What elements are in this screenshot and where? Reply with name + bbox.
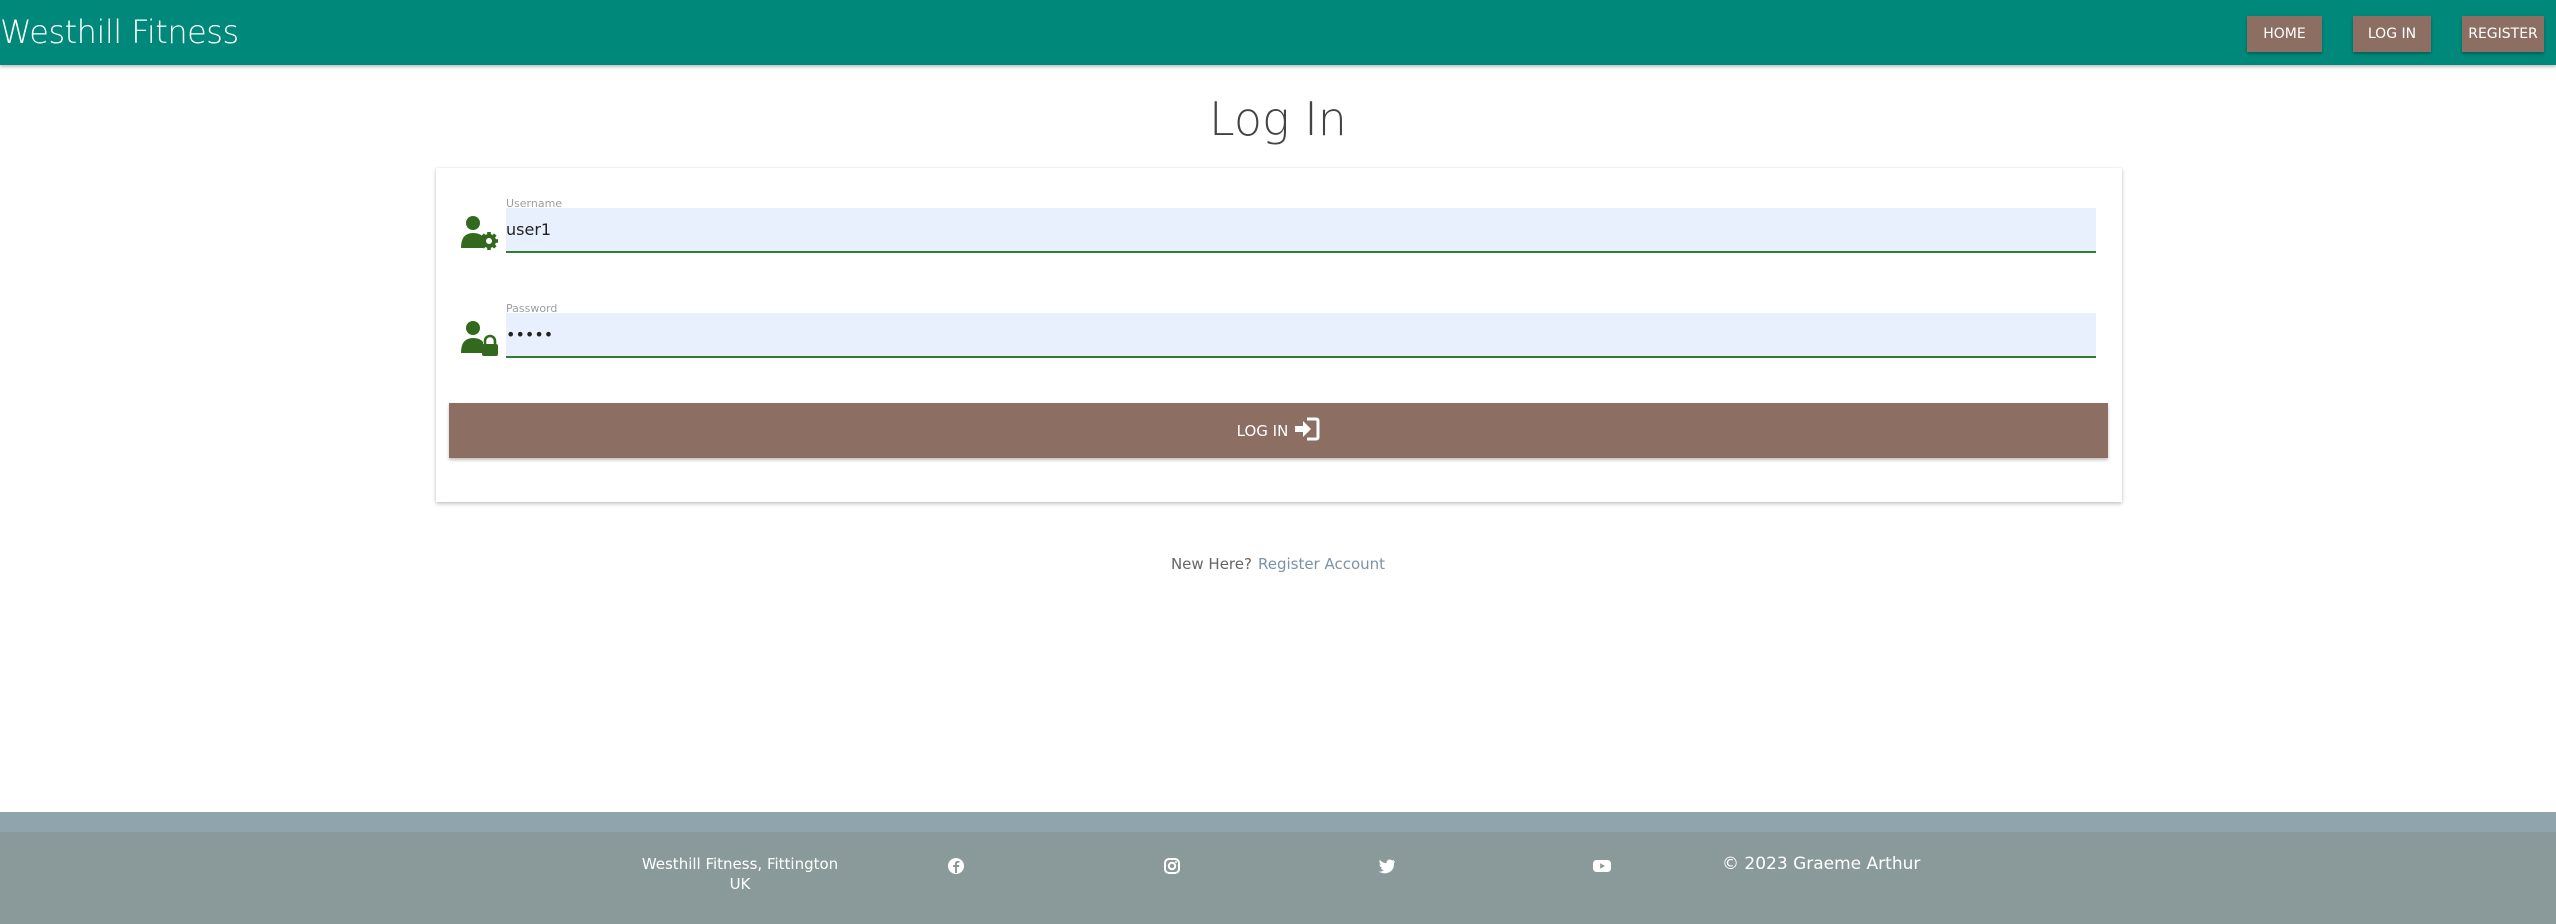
register-prompt: New Here? Register Account: [0, 555, 2556, 573]
facebook-icon[interactable]: [946, 856, 966, 876]
navbar: Westhill Fitness HOME LOG IN REGISTER: [0, 0, 2556, 65]
nav-login-button[interactable]: LOG IN: [2353, 16, 2431, 52]
login-button-label: LOG IN: [1236, 421, 1289, 440]
nav-register-button[interactable]: REGISTER: [2462, 16, 2544, 52]
copyright-text: © 2023 Graeme Arthur: [1722, 854, 1921, 874]
password-input[interactable]: [506, 313, 2096, 358]
footer-divider: [0, 812, 2556, 832]
login-form-card: Username Password LOG IN: [436, 168, 2122, 502]
register-question: New Here?: [1170, 555, 1252, 573]
register-account-link[interactable]: Register Account: [1258, 555, 1385, 573]
user-lock-icon: [460, 319, 500, 359]
instagram-icon[interactable]: [1162, 856, 1182, 876]
sign-in-icon: [1294, 417, 1320, 445]
page-title: Log In: [1209, 92, 1347, 146]
brand-logo[interactable]: Westhill Fitness: [0, 13, 239, 51]
footer-address-line1: Westhill Fitness, Fittington: [641, 855, 839, 873]
footer-address-line2: UK: [729, 875, 751, 893]
footer-address: Westhill Fitness, Fittington UK: [640, 854, 840, 894]
footer: Westhill Fitness, Fittington UK © 2023 G…: [0, 832, 2556, 924]
twitter-icon[interactable]: [1377, 856, 1397, 876]
username-input[interactable]: [506, 208, 2096, 253]
youtube-icon[interactable]: [1592, 856, 1612, 876]
nav-home-button[interactable]: HOME: [2247, 16, 2322, 52]
login-submit-button[interactable]: LOG IN: [449, 403, 2108, 458]
user-gear-icon: [460, 214, 500, 254]
